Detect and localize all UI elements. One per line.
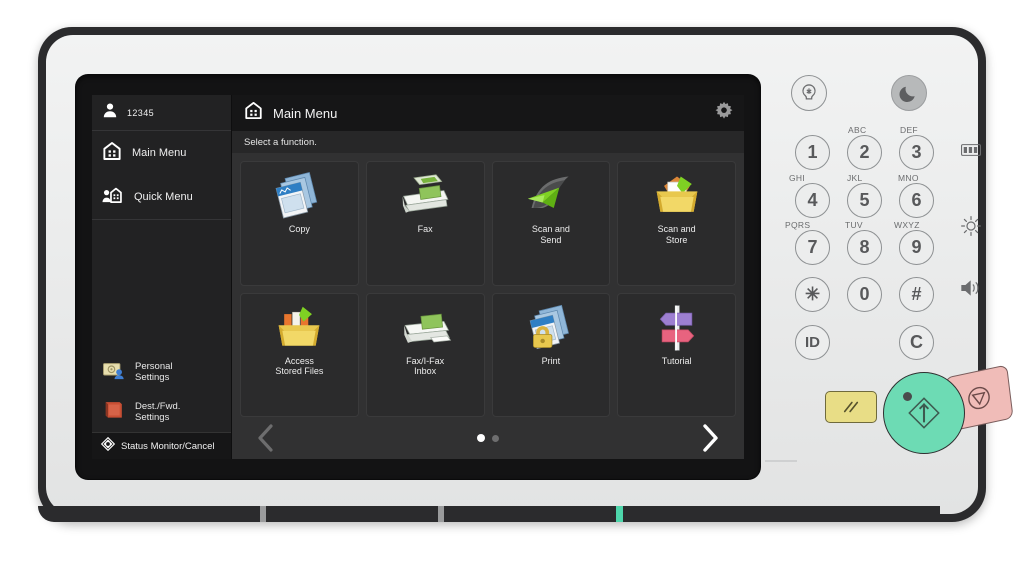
user-icon xyxy=(102,102,118,123)
copy-icon xyxy=(241,168,358,224)
sidebar-user-row[interactable]: 12345 xyxy=(92,95,231,131)
tile-label: Scan and Send xyxy=(531,224,570,245)
tile-scan-and-send[interactable]: Scan and Send xyxy=(491,161,611,286)
key-7[interactable]: 7 xyxy=(795,230,830,265)
key-3[interactable]: 3 xyxy=(899,135,934,170)
personal-settings-icon xyxy=(102,360,126,385)
function-grid-area: Copy Fax Scan and Send Scan and Store Ac… xyxy=(232,153,744,459)
key-9[interactable]: 9 xyxy=(899,230,934,265)
key-8[interactable]: 8 xyxy=(847,230,882,265)
scan-send-icon xyxy=(493,168,610,224)
key-letters-5: JKL xyxy=(847,173,863,183)
tile-fax-ifax-inbox[interactable]: Fax/I-Fax Inbox xyxy=(365,292,485,417)
page-navigation xyxy=(240,417,736,459)
tile-label: Copy xyxy=(288,224,310,234)
sleep-key[interactable] xyxy=(891,75,927,111)
touchscreen-display[interactable]: 12345 Main Menu Quick Menu Personal Sett… xyxy=(92,95,744,459)
reset-button[interactable] xyxy=(825,391,877,423)
power-led-indicator xyxy=(616,506,623,522)
sidebar-item-label: Personal Settings xyxy=(135,361,173,383)
id-key[interactable]: ID xyxy=(795,325,830,360)
page-dots xyxy=(477,434,499,442)
hash-key[interactable]: # xyxy=(899,277,934,312)
status-monitor-label: Status Monitor/Cancel xyxy=(121,440,215,452)
chevron-right-icon[interactable] xyxy=(698,423,722,453)
user-id-label: 12345 xyxy=(127,107,155,118)
printer-control-panel-device: 12345 Main Menu Quick Menu Personal Sett… xyxy=(38,27,1014,522)
key-5[interactable]: 5 xyxy=(847,183,882,218)
stored-files-icon xyxy=(241,300,358,356)
key-6[interactable]: 6 xyxy=(899,183,934,218)
tile-access-stored-files[interactable]: Access Stored Files xyxy=(240,292,359,417)
page-dot[interactable] xyxy=(492,434,499,442)
tile-tutorial[interactable]: Tutorial xyxy=(617,292,736,417)
status-monitor-icon xyxy=(100,436,116,456)
asterisk-key[interactable]: ✳ xyxy=(795,277,830,312)
page-dot-active[interactable] xyxy=(477,434,485,442)
tile-label: Tutorial xyxy=(661,355,692,366)
key-letters-3: DEF xyxy=(900,125,918,135)
tutorial-icon xyxy=(618,300,735,356)
sidebar-item-dest-fwd-settings[interactable]: Dest./Fwd. Settings xyxy=(92,392,231,432)
strip-divider xyxy=(260,506,266,522)
tile-label: Fax/I-Fax Inbox xyxy=(406,355,445,377)
start-led-indicator xyxy=(903,392,912,401)
key-2[interactable]: 2 xyxy=(847,135,882,170)
key-letters-6: MNO xyxy=(898,173,919,183)
tile-copy[interactable]: Copy xyxy=(240,161,359,286)
device-body: 12345 Main Menu Quick Menu Personal Sett… xyxy=(38,35,1014,522)
instruction-bar: Select a function. xyxy=(232,131,744,153)
key-letters-8: TUV xyxy=(845,220,863,230)
tile-label: Scan and Store xyxy=(657,224,696,245)
screen-titlebar: Main Menu xyxy=(232,95,744,131)
home-icon xyxy=(102,141,122,166)
tile-fax[interactable]: Fax xyxy=(365,161,485,286)
key-4[interactable]: 4 xyxy=(795,183,830,218)
device-bottom-strip xyxy=(38,506,940,522)
status-monitor-cancel-button[interactable]: Status Monitor/Cancel xyxy=(92,432,231,459)
sidebar-item-main-menu[interactable]: Main Menu xyxy=(92,131,231,175)
function-grid: Copy Fax Scan and Send Scan and Store Ac… xyxy=(240,161,736,417)
brightness-icon[interactable] xyxy=(960,215,982,242)
sidebar-item-personal-settings[interactable]: Personal Settings xyxy=(92,352,231,392)
strip-divider xyxy=(438,506,444,522)
energy-saver-key[interactable] xyxy=(791,75,827,111)
sidebar-item-quick-menu[interactable]: Quick Menu xyxy=(92,175,231,219)
key-letters-4: GHI xyxy=(789,173,806,183)
clear-key[interactable]: C xyxy=(899,325,934,360)
quick-menu-icon xyxy=(102,185,124,210)
hardware-keypad: ABC DEF GHI JKL MNO PQRS TUV WXYZ 1 2 3 … xyxy=(781,75,1014,495)
home-icon xyxy=(244,101,263,125)
sidebar-item-label: Dest./Fwd. Settings xyxy=(135,401,181,423)
tile-label: Fax xyxy=(417,224,433,234)
key-letters-9: WXYZ xyxy=(894,220,920,230)
zero-key[interactable]: 0 xyxy=(847,277,882,312)
print-icon xyxy=(493,300,610,356)
scan-store-icon xyxy=(618,168,735,224)
key-letters-2: ABC xyxy=(848,125,867,135)
volume-icon[interactable] xyxy=(959,278,983,303)
lcd-bezel: 12345 Main Menu Quick Menu Personal Sett… xyxy=(76,75,760,479)
start-button[interactable] xyxy=(883,372,965,454)
sidebar-item-label: Quick Menu xyxy=(134,191,193,203)
main-pane: Main Menu Select a function. Copy Fax Sc… xyxy=(232,95,744,459)
fax-icon xyxy=(367,168,484,224)
page-title: Main Menu xyxy=(273,105,338,121)
tile-label: Print xyxy=(541,355,561,366)
sidebar: 12345 Main Menu Quick Menu Personal Sett… xyxy=(92,95,232,459)
gear-icon[interactable] xyxy=(714,101,734,126)
counter-check-icon[interactable] xyxy=(961,143,981,161)
chevron-left-icon[interactable] xyxy=(254,423,278,453)
sidebar-item-label: Main Menu xyxy=(132,147,187,159)
key-letters-7: PQRS xyxy=(785,220,811,230)
dest-fwd-settings-icon xyxy=(102,400,126,425)
tile-print[interactable]: Print xyxy=(491,292,611,417)
tile-label: Access Stored Files xyxy=(275,355,324,377)
instruction-text: Select a function. xyxy=(244,136,317,148)
key-1[interactable]: 1 xyxy=(795,135,830,170)
tile-scan-and-store[interactable]: Scan and Store xyxy=(617,161,736,286)
fax-inbox-icon xyxy=(367,300,484,356)
